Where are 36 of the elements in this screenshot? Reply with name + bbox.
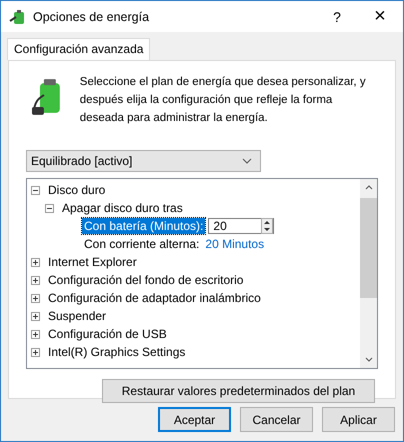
dialog-button[interactable]: Aceptar bbox=[158, 407, 231, 432]
help-button[interactable]: ? bbox=[317, 8, 357, 24]
setting-value-link[interactable]: 20 Minutos bbox=[205, 237, 264, 251]
description-text: Seleccione el plan de energía que desea personalizar, y después elija la configuración que refleje la forma deseada para administrar la energía. bbox=[80, 75, 367, 126]
dialog-button[interactable]: Aplicar bbox=[322, 407, 395, 432]
close-button[interactable]: × bbox=[357, 5, 403, 28]
chevron-up-icon bbox=[364, 185, 372, 190]
tab[interactable]: Configuración avanzada bbox=[7, 38, 150, 60]
chevron-down-icon bbox=[242, 158, 252, 164]
window-title: Opciones de energía bbox=[33, 10, 150, 24]
battery-plug-icon bbox=[9, 8, 27, 24]
expand-icon[interactable] bbox=[31, 294, 40, 302]
tree-item[interactable]: Apagar disco duro tras bbox=[60, 200, 185, 216]
scrollbar[interactable] bbox=[360, 179, 377, 368]
restore-defaults-button[interactable]: Restaurar valores predeterminados del plan bbox=[102, 379, 375, 403]
tree-item[interactable]: Configuración del fondo de escritorio bbox=[46, 272, 246, 288]
expand-icon[interactable] bbox=[31, 276, 40, 284]
setting-label[interactable]: Con batería (Minutos): bbox=[82, 218, 206, 234]
collapse-icon[interactable] bbox=[31, 186, 40, 194]
tree-item[interactable]: Internet Explorer bbox=[46, 254, 139, 270]
minutes-spinbox[interactable]: 20 bbox=[208, 218, 274, 234]
tree-item[interactable]: Configuración de USB bbox=[46, 326, 169, 342]
plan-dropdown[interactable]: Equilibrado [activo] bbox=[26, 150, 261, 172]
collapse-icon[interactable] bbox=[45, 204, 54, 212]
setting-label: Con corriente alterna: bbox=[83, 236, 200, 252]
expand-icon[interactable] bbox=[31, 258, 40, 266]
tree-item[interactable]: Suspender bbox=[46, 308, 108, 324]
spin-arrows-icon bbox=[261, 218, 274, 234]
expand-icon[interactable] bbox=[31, 312, 40, 320]
expand-icon[interactable] bbox=[31, 330, 40, 338]
dialog-button[interactable]: Cancelar bbox=[240, 407, 313, 432]
chevron-down-icon bbox=[364, 357, 372, 362]
expand-icon[interactable] bbox=[31, 348, 40, 356]
tree-item[interactable]: Intel(R) Graphics Settings bbox=[46, 344, 188, 360]
tree-item[interactable]: Disco duro bbox=[46, 182, 108, 198]
tree-item[interactable]: Configuración de adaptador inalámbrico bbox=[46, 290, 263, 306]
